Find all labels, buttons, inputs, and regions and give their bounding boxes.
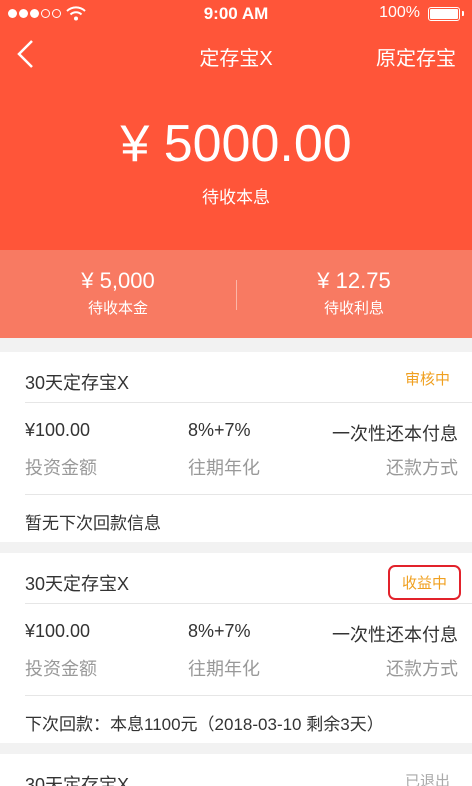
battery-percent: 100% — [379, 4, 420, 21]
status-badge: 已退出 — [404, 773, 450, 786]
annual-rate-label: 往期年化 — [188, 458, 260, 478]
status-badge: 收益中 — [387, 565, 461, 600]
repayment-method-label: 还款方式 — [386, 659, 458, 679]
pending-principal-value: ¥ 5,000 — [81, 268, 155, 293]
investment-card[interactable]: 30天定存宝X 审核中 ¥100.00 8%+7% 一次性还本付息 投资金额 往… — [0, 352, 472, 542]
battery-icon — [428, 7, 464, 21]
divider — [25, 402, 472, 403]
investment-amount: ¥100.00 — [25, 420, 91, 440]
next-payment-info: 暂无下次回款信息 — [25, 514, 161, 533]
product-title: 30天定存宝X — [25, 574, 130, 594]
repayment-method-label: 还款方式 — [386, 458, 458, 478]
pending-interest-value: ¥ 12.75 — [317, 268, 391, 293]
divider — [25, 603, 472, 604]
product-title: 30天定存宝X — [25, 373, 130, 393]
pending-principal-label: 待收本金 — [87, 300, 148, 317]
status-badge: 审核中 — [404, 371, 450, 388]
status-bar: 9:00 AM 100% — [0, 0, 472, 28]
product-title: 30天定存宝X — [25, 775, 130, 786]
investment-amount-label: 投资金额 — [25, 659, 97, 679]
original-product-link[interactable]: 原定存宝 — [376, 42, 456, 71]
investment-card[interactable]: 30天定存宝X 已退出 — [0, 754, 472, 786]
next-payment-info: 下次回款：本息1100元（2018-03-10 剩余3天） — [25, 715, 384, 734]
pending-principal: ¥ 5,000 待收本金 — [0, 250, 236, 338]
repayment-method: 一次性还本付息 — [332, 424, 458, 444]
divider — [25, 695, 472, 696]
summary-bar: ¥ 5,000 待收本金 ¥ 12.75 待收利息 — [0, 250, 472, 338]
total-amount: ¥ 5000.00 — [120, 115, 352, 173]
annual-rate: 8%+7% — [188, 621, 251, 641]
repayment-method: 一次性还本付息 — [332, 625, 458, 645]
pending-interest-label: 待收利息 — [323, 300, 384, 317]
header: 9:00 AM 100% 定存宝X 原定存宝 ¥ 5000.00 待收本息 — [0, 0, 472, 250]
annual-rate-label: 往期年化 — [188, 659, 260, 679]
divider — [25, 494, 472, 495]
investment-amount: ¥100.00 — [25, 621, 91, 641]
investment-amount-label: 投资金额 — [25, 458, 97, 478]
investment-card[interactable]: 30天定存宝X 收益中 ¥100.00 8%+7% 一次性还本付息 投资金额 往… — [0, 553, 472, 743]
total-amount-label: 待收本息 — [202, 188, 270, 207]
annual-rate: 8%+7% — [188, 420, 251, 440]
pending-interest: ¥ 12.75 待收利息 — [236, 250, 472, 338]
